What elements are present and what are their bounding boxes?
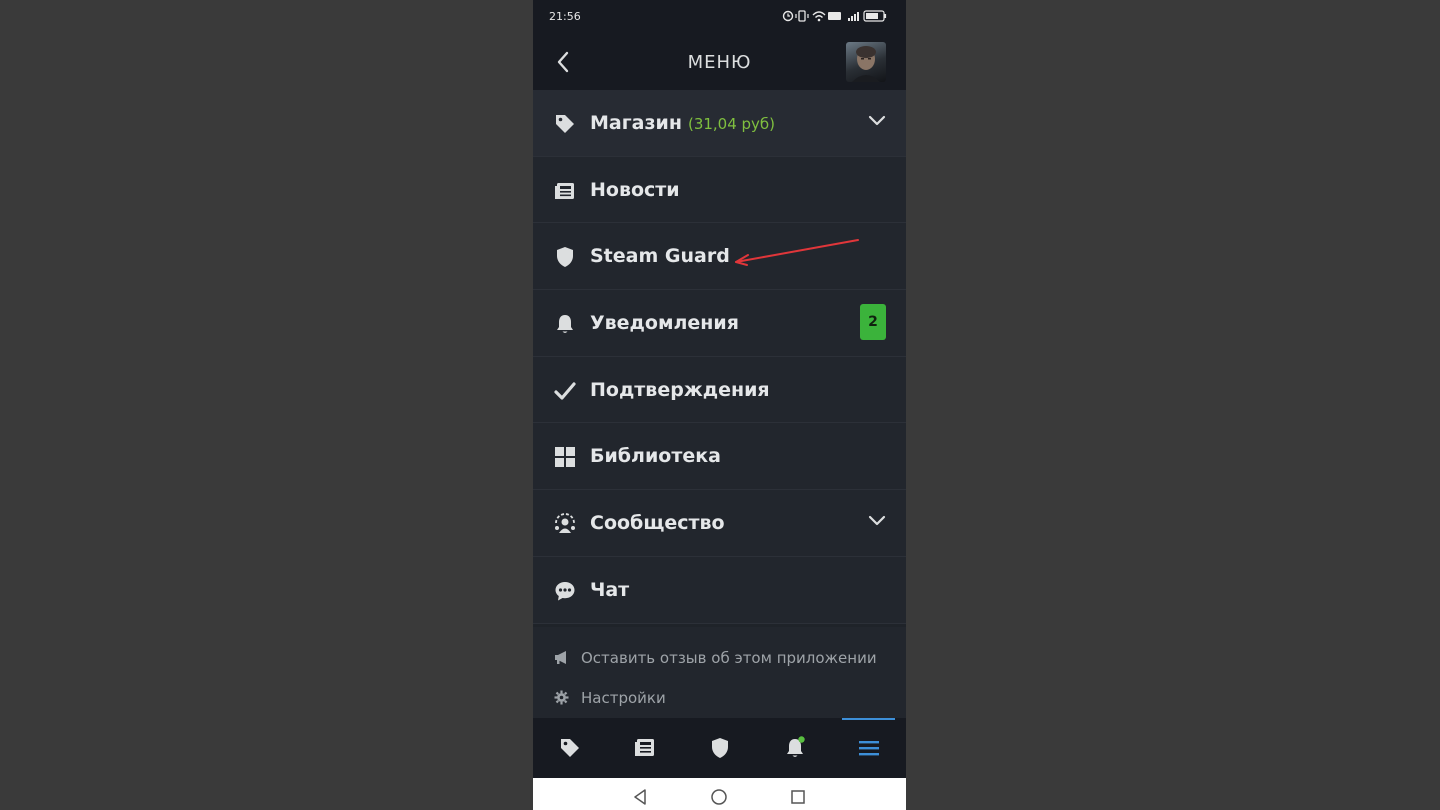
footer-links: Оставить отзыв об этом приложении Настро… [533, 627, 906, 718]
status-indicators-icon [782, 10, 887, 22]
app-header: МЕНЮ [533, 34, 906, 90]
grid-icon [555, 447, 575, 468]
menu-item-label: Steam Guard [590, 245, 730, 268]
system-nav-bar [533, 778, 906, 810]
status-bar: 21:56 [533, 0, 906, 34]
wallet-balance: (31,04 руб) [687, 115, 776, 133]
community-icon [555, 513, 575, 534]
menu-item-news[interactable]: Новости [533, 156, 906, 224]
nav-notifications-bell-icon[interactable] [783, 736, 807, 760]
gear-icon [554, 690, 569, 705]
tag-icon [556, 115, 574, 133]
notification-count-badge: 2 [860, 304, 886, 341]
nav-menu-icon[interactable] [857, 736, 881, 760]
system-home-icon[interactable] [710, 788, 728, 806]
chat-icon [555, 581, 575, 601]
menu-item-label: Уведомления [590, 312, 739, 335]
user-avatar-image [852, 46, 880, 82]
chevron-down-icon[interactable] [868, 515, 886, 527]
nav-active-indicator [842, 718, 895, 720]
feedback-link-label: Оставить отзыв об этом приложении [581, 649, 877, 667]
settings-link-label: Настройки [581, 689, 666, 707]
checkmark-icon [554, 382, 576, 400]
nav-news-newspaper-icon[interactable] [633, 736, 657, 760]
chevron-down-icon[interactable] [868, 115, 886, 127]
feedback-link[interactable]: Оставить отзыв об этом приложении [533, 646, 906, 670]
menu-item-library[interactable]: Библиотека [533, 423, 906, 491]
phone-screen: 21:56 МЕНЮ Магазин (31,04 руб) Новости S… [533, 0, 906, 810]
menu-item-label: Чат [590, 578, 630, 601]
annotation-arrow-icon [735, 239, 859, 266]
status-time: 21:56 [549, 10, 581, 23]
menu-item-label: Сообщество [590, 512, 725, 535]
store-label: Магазин [590, 112, 682, 134]
bell-icon [557, 315, 573, 334]
menu-item-store[interactable]: Магазин (31,04 руб) [533, 90, 906, 157]
status-icons [782, 9, 892, 26]
menu-item-confirmations[interactable]: Подтверждения [533, 356, 906, 424]
settings-link[interactable]: Настройки [533, 686, 906, 710]
system-back-icon[interactable] [631, 788, 649, 806]
menu-list: Магазин (31,04 руб) Новости Steam Guard [533, 90, 906, 624]
nav-store-tag-icon[interactable] [558, 736, 582, 760]
avatar[interactable] [846, 42, 886, 82]
bottom-nav [533, 718, 906, 778]
megaphone-icon [555, 651, 566, 664]
menu-item-label: Библиотека [590, 445, 721, 468]
menu-item-label: Магазин (31,04 руб) [590, 112, 775, 134]
nav-guard-shield-icon[interactable] [708, 736, 732, 760]
system-recents-icon[interactable] [789, 788, 807, 806]
menu-item-label: Новости [590, 178, 680, 201]
menu-item-label: Подтверждения [590, 378, 770, 401]
menu-item-chat[interactable]: Чат [533, 556, 906, 624]
shield-icon [557, 247, 573, 268]
newspaper-icon [555, 182, 574, 199]
menu-item-community[interactable]: Сообщество [533, 490, 906, 557]
menu-item-notifications[interactable]: Уведомления 2 [533, 290, 906, 357]
